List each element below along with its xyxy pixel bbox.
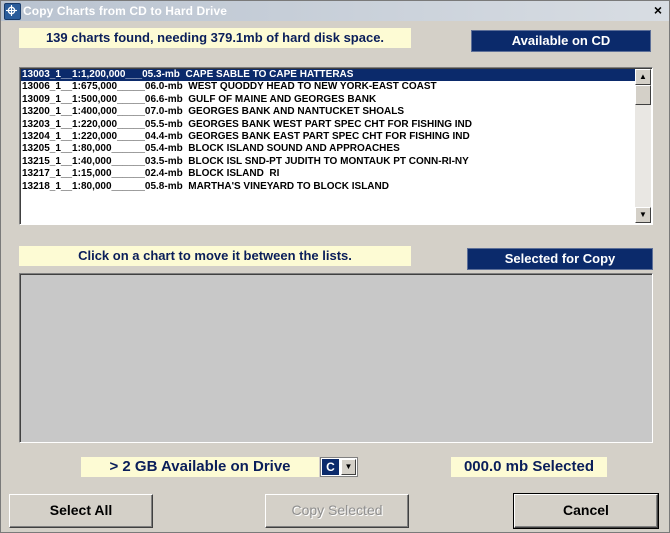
selected-charts-list[interactable]: [19, 273, 653, 443]
chart-list-item[interactable]: 13006_1__1:675,000_____06.0-mb WEST QUOD…: [21, 81, 635, 93]
instructions-text: Click on a chart to move it between the …: [19, 246, 411, 266]
chart-list-item[interactable]: 13218_1__1:80,000______05.8-mb MARTHA'S …: [21, 181, 635, 193]
ship-wheel-icon: [4, 3, 21, 20]
chart-list-item[interactable]: 13215_1__1:40,000______03.5-mb BLOCK ISL…: [21, 156, 635, 168]
window-title: Copy Charts from CD to Hard Drive: [23, 4, 227, 18]
cancel-button[interactable]: Cancel: [513, 493, 659, 529]
drive-space-label: > 2 GB Available on Drive: [81, 457, 319, 477]
select-all-button[interactable]: Select All: [9, 494, 153, 528]
scroll-thumb[interactable]: [635, 85, 651, 105]
chart-list-item[interactable]: 13200_1__1:400,000_____07.0-mb GEORGES B…: [21, 106, 635, 118]
chart-list-item[interactable]: 13003_1__1:1,200,000___05.3-mb CAPE SABL…: [21, 69, 635, 82]
title-bar[interactable]: Copy Charts from CD to Hard Drive ×: [1, 1, 669, 21]
available-list-scrollbar[interactable]: ▲ ▼: [635, 69, 651, 223]
selected-for-copy-header: Selected for Copy: [467, 248, 653, 270]
drive-letter: C: [322, 459, 339, 475]
drive-select[interactable]: C ▼: [320, 457, 358, 477]
close-icon[interactable]: ×: [651, 2, 665, 18]
chart-list-item[interactable]: 13217_1__1:15,000______02.4-mb BLOCK ISL…: [21, 168, 635, 180]
chart-list-item[interactable]: 13205_1__1:80,000______05.4-mb BLOCK ISL…: [21, 143, 635, 155]
chart-list-item[interactable]: 13009_1__1:500,000_____06.6-mb GULF OF M…: [21, 94, 635, 106]
available-on-cd-header: Available on CD: [471, 30, 651, 52]
chart-list-item[interactable]: 13203_1__1:220,000_____05.5-mb GEORGES B…: [21, 119, 635, 131]
chart-list-item[interactable]: 13204_1__1:220,000_____04.4-mb GEORGES B…: [21, 131, 635, 143]
copy-selected-button[interactable]: Copy Selected: [265, 494, 409, 528]
selected-size-label: 000.0 mb Selected: [451, 457, 607, 477]
scroll-up-icon[interactable]: ▲: [635, 69, 651, 85]
scroll-down-icon[interactable]: ▼: [635, 207, 651, 223]
copy-charts-dialog: Copy Charts from CD to Hard Drive × 139 …: [0, 0, 670, 533]
available-charts-list[interactable]: 13003_1__1:1,200,000___05.3-mb CAPE SABL…: [19, 67, 653, 225]
chevron-down-icon[interactable]: ▼: [341, 459, 356, 475]
available-charts-rows: 13003_1__1:1,200,000___05.3-mb CAPE SABL…: [21, 69, 635, 193]
charts-found-summary: 139 charts found, needing 379.1mb of har…: [19, 28, 411, 48]
